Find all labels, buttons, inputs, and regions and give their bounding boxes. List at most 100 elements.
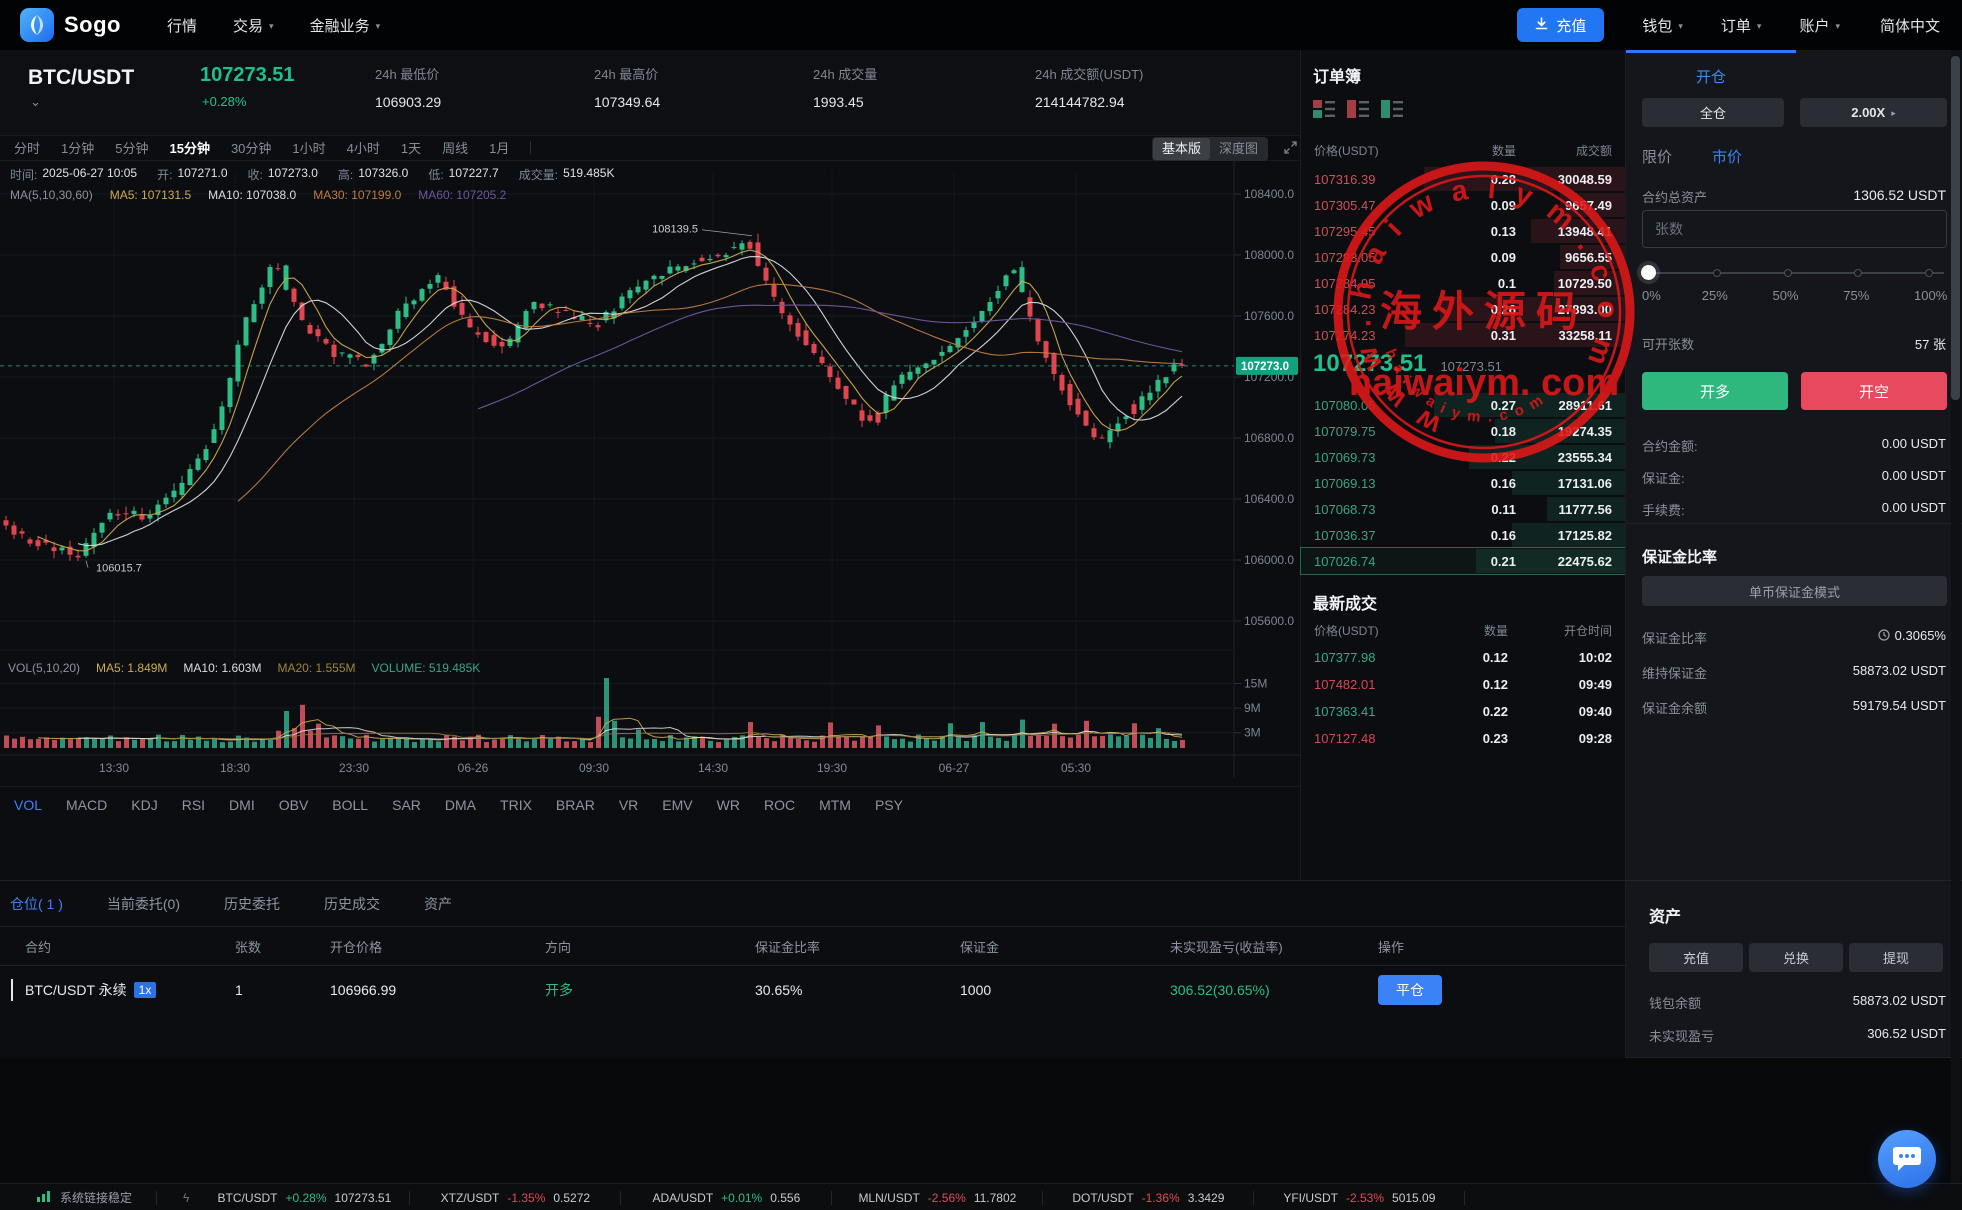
indicator-tab-ROC[interactable]: ROC: [764, 797, 795, 813]
ticker-item-DOT/USDT[interactable]: DOT/USDT-1.36%3.3429: [1043, 1191, 1253, 1205]
timeframe-15分钟[interactable]: 15分钟: [169, 138, 209, 157]
leverage-button[interactable]: 2.00X ▸: [1800, 98, 1947, 127]
timeframe-1小时[interactable]: 1小时: [292, 138, 325, 157]
candlestick-chart[interactable]: 108400.0108000.0107600.0107200.0106800.0…: [0, 158, 1300, 786]
nav-item-label: 钱包: [1642, 15, 1672, 36]
orderbook-ask-row[interactable]: 107284.230.2627893.00: [1301, 296, 1625, 322]
nav-item-orders[interactable]: 订单▾: [1721, 15, 1762, 36]
price-axis-label: 106800.0: [1244, 431, 1294, 445]
expand-icon[interactable]: [1284, 141, 1297, 157]
ticker-item-BTC/USDT[interactable]: BTC/USDT+0.28%107273.51: [199, 1191, 409, 1205]
nav-item-wallet[interactable]: 钱包▾: [1642, 15, 1683, 36]
app-logo-icon[interactable]: [20, 8, 54, 42]
timeframe-4小时[interactable]: 4小时: [347, 138, 380, 157]
orderbook-bid-row[interactable]: 107080.050.2728911.61: [1301, 392, 1625, 418]
symbol-name[interactable]: BTC/USDT: [28, 66, 134, 90]
indicator-tab-RSI[interactable]: RSI: [182, 797, 205, 813]
timeframe-1分钟[interactable]: 1分钟: [61, 138, 94, 157]
assets-button-1[interactable]: 兑换: [1749, 943, 1843, 972]
slider-dot[interactable]: [1713, 269, 1721, 277]
order-type-市价[interactable]: 市价: [1712, 146, 1742, 167]
orderbook-mid-price[interactable]: 107273.51 107273.51: [1313, 350, 1502, 390]
ticker-item-ADA/USDT[interactable]: ADA/USDT+0.01%0.556: [621, 1191, 831, 1205]
indicator-tab-VOL[interactable]: VOL: [14, 797, 42, 813]
orderbook-view-icons: [1313, 100, 1403, 123]
orderbook-bid-row[interactable]: 107069.130.1617131.06: [1301, 470, 1625, 496]
column-header: 操作: [1378, 937, 1625, 956]
orderbook-layout-icon-bids[interactable]: [1381, 100, 1403, 123]
amount-slider[interactable]: [1642, 264, 1947, 282]
timeframe-30分钟[interactable]: 30分钟: [231, 138, 271, 157]
orderbook-ask-row[interactable]: 107305.470.099657.49: [1301, 192, 1625, 218]
indicator-tab-DMA[interactable]: DMA: [445, 797, 476, 813]
assets-button-0[interactable]: 充值: [1649, 943, 1743, 972]
positions-tab-2[interactable]: 历史委托: [224, 894, 280, 914]
timeframe-5分钟[interactable]: 5分钟: [115, 138, 148, 157]
ticker-item-MLN/USDT[interactable]: MLN/USDT-2.56%11.7802: [832, 1191, 1042, 1205]
slider-knob[interactable]: [1641, 265, 1656, 280]
timeframe-1月[interactable]: 1月: [489, 138, 509, 157]
slider-dot[interactable]: [1784, 269, 1792, 277]
timeframe-1天[interactable]: 1天: [401, 138, 421, 157]
bolt-icon[interactable]: ϟ: [183, 1191, 189, 1205]
ticker-item-YFI/USDT[interactable]: YFI/USDT-2.53%5015.09: [1254, 1191, 1464, 1205]
brand-name[interactable]: Sogo: [64, 12, 121, 38]
orderbook-bid-row[interactable]: 107036.370.1617125.82: [1301, 522, 1625, 548]
single-coin-margin-mode-button[interactable]: 单币保证金模式: [1642, 576, 1947, 606]
scrollbar-thumb[interactable]: [1951, 56, 1960, 400]
slider-dot[interactable]: [1854, 269, 1862, 277]
amount-input[interactable]: [1642, 210, 1947, 248]
deposit-button[interactable]: 充值: [1517, 8, 1604, 42]
close-position-button[interactable]: 平仓: [1378, 975, 1442, 1005]
table-row[interactable]: BTC/USDT 永续1x1106966.99开多30.65%1000306.5…: [0, 966, 1625, 1014]
slider-dot[interactable]: [1925, 269, 1933, 277]
indicator-tab-WR[interactable]: WR: [717, 797, 740, 813]
positions-tab-3[interactable]: 历史成交: [324, 894, 380, 914]
orderbook-ask-row[interactable]: 107295.450.1313948.41: [1301, 218, 1625, 244]
timeframe-分时[interactable]: 分时: [14, 138, 40, 157]
margin-mode-button[interactable]: 全仓: [1642, 98, 1784, 127]
orderbook-bid-row[interactable]: 107026.740.2122475.62: [1301, 548, 1625, 574]
nav-item-markets[interactable]: 行情: [167, 15, 197, 36]
indicator-tab-MTM[interactable]: MTM: [819, 797, 851, 813]
indicator-tab-PSY[interactable]: PSY: [875, 797, 903, 813]
indicator-tab-VR[interactable]: VR: [619, 797, 638, 813]
view-mode-深度图[interactable]: 深度图: [1210, 138, 1267, 160]
indicator-tab-TRIX[interactable]: TRIX: [500, 797, 532, 813]
order-type-限价[interactable]: 限价: [1642, 146, 1672, 167]
positions-tab-0[interactable]: 仓位( 1 ): [10, 894, 63, 914]
language-selector[interactable]: 简体中文: [1880, 15, 1940, 36]
nav-item-finance[interactable]: 金融业务▾: [310, 15, 381, 36]
indicator-tab-MACD[interactable]: MACD: [66, 797, 107, 813]
orderbook-bid-row[interactable]: 107069.730.2223555.34: [1301, 444, 1625, 470]
indicator-tab-KDJ[interactable]: KDJ: [131, 797, 157, 813]
slider-track[interactable]: [1645, 272, 1944, 274]
chevron-down-icon[interactable]: ⌄: [30, 94, 41, 110]
indicator-tab-BRAR[interactable]: BRAR: [556, 797, 595, 813]
ticker-item-XTZ/USDT[interactable]: XTZ/USDT-1.35%0.5272: [410, 1191, 620, 1205]
orderbook-ask-row[interactable]: 107274.230.3133258.11: [1301, 322, 1625, 348]
orderbook-layout-icon-both[interactable]: [1313, 100, 1335, 123]
support-chat-button[interactable]: [1878, 1130, 1936, 1188]
indicator-tab-DMI[interactable]: DMI: [229, 797, 255, 813]
open-short-button[interactable]: 开空: [1801, 372, 1947, 410]
open-long-button[interactable]: 开多: [1642, 372, 1788, 410]
assets-button-2[interactable]: 提现: [1849, 943, 1943, 972]
orderbook-ask-row[interactable]: 107284.950.110729.50: [1301, 270, 1625, 296]
nav-item-account[interactable]: 账户▾: [1799, 15, 1840, 36]
timeframe-周线[interactable]: 周线: [442, 138, 468, 157]
nav-item-trade[interactable]: 交易▾: [233, 15, 274, 36]
indicator-tab-SAR[interactable]: SAR: [392, 797, 421, 813]
tab-open-position[interactable]: 开仓: [1626, 66, 1796, 87]
orderbook-bid-row[interactable]: 107068.730.1111777.56: [1301, 496, 1625, 522]
view-mode-基本版[interactable]: 基本版: [1153, 138, 1210, 160]
orderbook-ask-row[interactable]: 107293.050.099656.55: [1301, 244, 1625, 270]
positions-tab-4[interactable]: 资产: [424, 894, 452, 914]
orderbook-ask-row[interactable]: 107316.390.2830048.59: [1301, 166, 1625, 192]
orderbook-bid-row[interactable]: 107079.750.1819274.35: [1301, 418, 1625, 444]
indicator-tab-EMV[interactable]: EMV: [662, 797, 692, 813]
positions-tab-1[interactable]: 当前委托(0): [107, 894, 180, 914]
indicator-tab-BOLL[interactable]: BOLL: [332, 797, 368, 813]
orderbook-layout-icon-asks[interactable]: [1347, 100, 1369, 123]
indicator-tab-OBV[interactable]: OBV: [279, 797, 309, 813]
